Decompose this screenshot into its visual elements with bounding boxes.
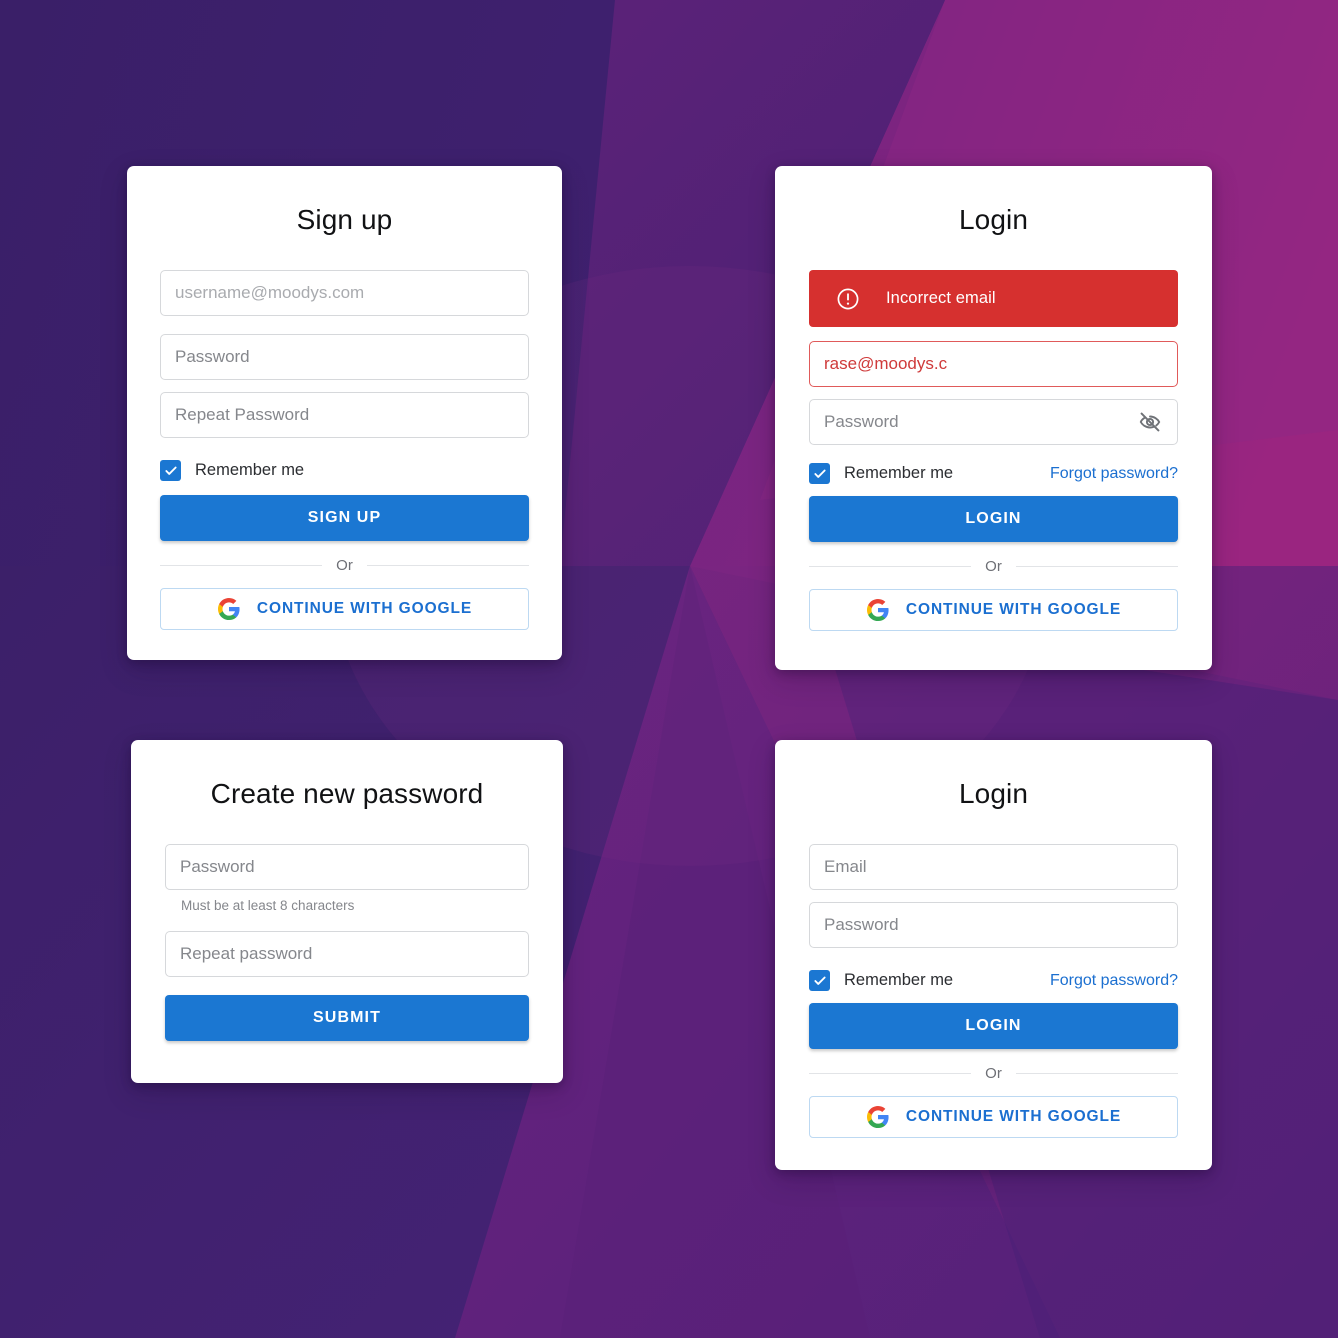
divider-line-left xyxy=(809,566,972,567)
login-or-divider: Or xyxy=(809,1065,1179,1082)
signup-google-label: CONTINUE WITH GOOGLE xyxy=(256,600,473,617)
google-g-icon xyxy=(217,598,240,620)
signup-email-input[interactable]: username@moodys.com xyxy=(160,270,529,316)
alert-message: Incorrect email xyxy=(886,289,996,307)
checkmark-icon xyxy=(813,976,826,985)
signup-card: Sign up username@moodys.com Password Rep… xyxy=(127,166,562,660)
signup-repeat-password-input[interactable]: Repeat Password xyxy=(160,392,529,438)
signup-remember-me-checkbox[interactable] xyxy=(160,460,181,481)
new-password-submit-button[interactable]: SUBMIT xyxy=(165,995,529,1041)
new-password-repeat-input[interactable]: Repeat password xyxy=(165,931,529,977)
new-password-repeat-placeholder: Repeat password xyxy=(180,944,313,963)
create-new-password-card: Create new password Password Must be at … xyxy=(131,740,563,1083)
signup-repeat-password-placeholder: Repeat Password xyxy=(175,405,310,424)
signup-password-input[interactable]: Password xyxy=(160,334,529,380)
login-error-password-placeholder: Password xyxy=(824,412,899,431)
divider-line-left xyxy=(809,1073,972,1074)
divider-line-right xyxy=(1015,566,1179,567)
google-g-icon xyxy=(866,1106,889,1128)
login-remember-me-label: Remember me xyxy=(844,971,954,989)
error-circle-icon xyxy=(837,288,859,309)
login-error-google-button[interactable]: CONTINUE WITH GOOGLE xyxy=(809,589,1178,631)
login-submit-button[interactable]: LOGIN xyxy=(809,1003,1178,1049)
login-error-or-divider: Or xyxy=(809,558,1179,575)
login-error-options-row: Remember me Forgot password? xyxy=(809,463,1178,484)
login-password-placeholder: Password xyxy=(824,915,899,934)
login-error-password-input[interactable]: Password xyxy=(809,399,1178,445)
login-error-card: Login Incorrect email rase@moodys.c Pass… xyxy=(775,166,1212,670)
login-error-google-label: CONTINUE WITH GOOGLE xyxy=(905,601,1122,618)
login-google-label: CONTINUE WITH GOOGLE xyxy=(905,1108,1122,1125)
password-visibility-toggle[interactable] xyxy=(1137,409,1163,435)
eye-off-icon xyxy=(1139,412,1161,432)
login-or-label: Or xyxy=(985,1065,1002,1082)
divider-line-left xyxy=(160,565,323,566)
new-password-input[interactable]: Password xyxy=(165,844,529,890)
login-error-remember-me-row[interactable]: Remember me xyxy=(809,463,953,484)
login-email-placeholder: Email xyxy=(824,857,867,876)
checkmark-icon xyxy=(164,466,177,475)
new-password-placeholder: Password xyxy=(180,857,255,876)
signup-remember-me-label: Remember me xyxy=(195,461,305,479)
login-error-submit-button[interactable]: LOGIN xyxy=(809,496,1178,542)
login-password-input[interactable]: Password xyxy=(809,902,1178,948)
signup-google-button[interactable]: CONTINUE WITH GOOGLE xyxy=(160,588,529,630)
login-google-button[interactable]: CONTINUE WITH GOOGLE xyxy=(809,1096,1178,1138)
incorrect-email-alert: Incorrect email xyxy=(809,270,1178,327)
login-options-row: Remember me Forgot password? xyxy=(809,970,1178,991)
signup-or-divider: Or xyxy=(160,557,530,574)
login-title: Login xyxy=(958,778,1028,809)
login-remember-me-checkbox[interactable] xyxy=(809,970,830,991)
login-forgot-password-link[interactable]: Forgot password? xyxy=(1050,972,1178,990)
signup-or-label: Or xyxy=(336,557,353,574)
login-error-remember-me-checkbox[interactable] xyxy=(809,463,830,484)
signup-email-placeholder: username@moodys.com xyxy=(175,283,365,302)
signup-submit-button[interactable]: SIGN UP xyxy=(160,495,529,541)
signup-remember-me-row[interactable]: Remember me xyxy=(160,460,529,481)
google-g-icon xyxy=(866,599,889,621)
login-error-title: Login xyxy=(958,204,1028,235)
divider-line-right xyxy=(1015,1073,1179,1074)
login-error-remember-me-label: Remember me xyxy=(844,464,954,482)
create-new-password-title: Create new password xyxy=(210,778,484,809)
divider-line-right xyxy=(366,565,530,566)
signup-title: Sign up xyxy=(296,204,393,235)
login-remember-me-row[interactable]: Remember me xyxy=(809,970,953,991)
new-password-helper-text: Must be at least 8 characters xyxy=(181,898,355,913)
signup-password-placeholder: Password xyxy=(175,347,250,366)
login-card: Login Email Password Remember me Forgot … xyxy=(775,740,1212,1170)
login-email-input[interactable]: Email xyxy=(809,844,1178,890)
checkmark-icon xyxy=(813,469,826,478)
login-error-email-value: rase@moodys.c xyxy=(824,354,948,373)
login-error-or-label: Or xyxy=(985,558,1002,575)
login-error-email-input[interactable]: rase@moodys.c xyxy=(809,341,1178,387)
login-error-forgot-password-link[interactable]: Forgot password? xyxy=(1050,465,1178,483)
